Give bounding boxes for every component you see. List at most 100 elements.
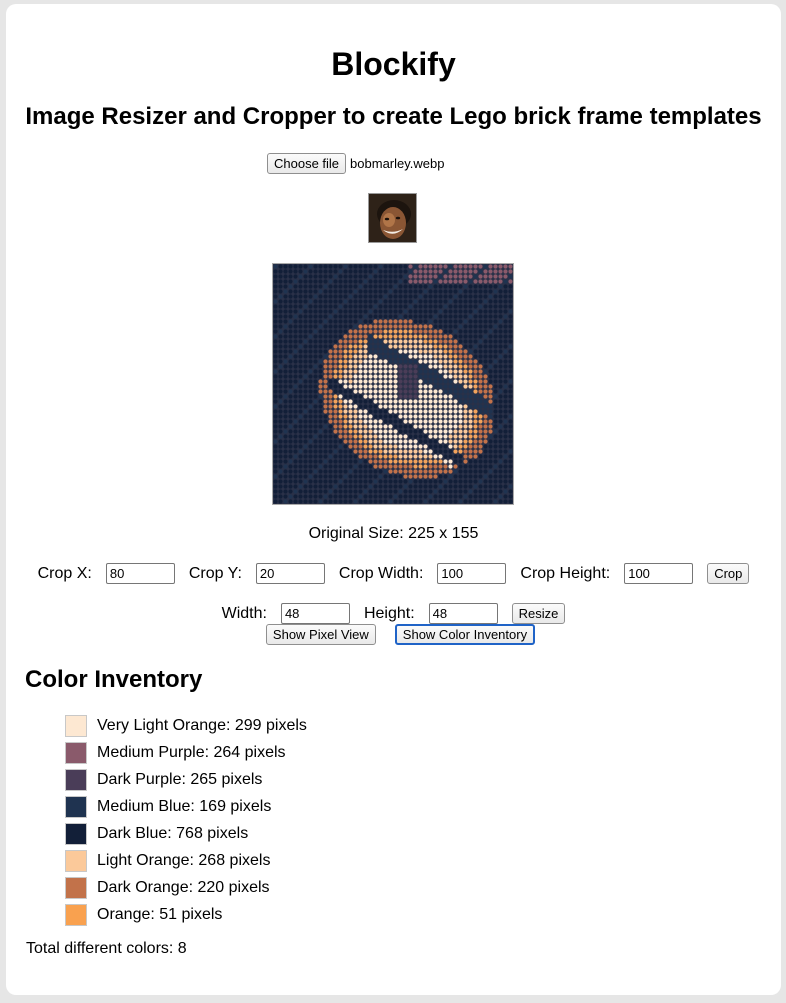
- mosaic-stud: [393, 309, 398, 314]
- mosaic-stud: [403, 344, 408, 349]
- color-swatch: [65, 714, 87, 737]
- mosaic-stud: [388, 324, 393, 329]
- choose-file-button[interactable]: Choose file: [267, 152, 347, 174]
- mosaic-stud: [313, 319, 318, 324]
- mosaic-stud: [343, 304, 348, 309]
- mosaic-stud: [383, 284, 388, 289]
- mosaic-stud: [328, 399, 333, 404]
- mosaic-stud: [448, 304, 453, 309]
- mosaic-stud: [453, 374, 458, 379]
- mosaic-stud: [508, 334, 513, 339]
- page-subtitle: Image Resizer and Cropper to create Lego…: [25, 103, 762, 130]
- mosaic-stud: [408, 464, 413, 469]
- mosaic-stud: [278, 354, 283, 359]
- mosaic-stud: [473, 474, 478, 479]
- mosaic-stud: [443, 409, 448, 414]
- mosaic-stud: [428, 384, 433, 389]
- mosaic-stud: [398, 489, 403, 494]
- mosaic-stud: [443, 434, 448, 439]
- mosaic-stud: [308, 384, 313, 389]
- mosaic-stud: [403, 489, 408, 494]
- mosaic-stud: [313, 444, 318, 449]
- mosaic-stud: [508, 379, 513, 384]
- mosaic-stud: [403, 364, 408, 369]
- mosaic-stud: [488, 334, 493, 339]
- mosaic-stud: [438, 454, 443, 459]
- crop-button[interactable]: Crop: [707, 563, 750, 584]
- crop-x-input[interactable]: [105, 563, 175, 584]
- mosaic-stud: [278, 439, 283, 444]
- mosaic-stud: [388, 339, 393, 344]
- mosaic-stud: [378, 364, 383, 369]
- mosaic-stud: [343, 484, 348, 489]
- mosaic-stud: [303, 279, 308, 284]
- mosaic-stud: [338, 379, 343, 384]
- mosaic-stud: [358, 449, 363, 454]
- mosaic-stud: [293, 354, 298, 359]
- mosaic-stud: [403, 479, 408, 484]
- mosaic-stud: [413, 444, 418, 449]
- mosaic-stud: [278, 479, 283, 484]
- mosaic-stud: [498, 294, 503, 299]
- mosaic-stud: [358, 454, 363, 459]
- mosaic-stud: [323, 379, 328, 384]
- mosaic-stud: [478, 364, 483, 369]
- mosaic-stud: [418, 384, 423, 389]
- mosaic-stud: [373, 304, 378, 309]
- mosaic-stud: [323, 299, 328, 304]
- mosaic-stud: [413, 419, 418, 424]
- mosaic-stud: [313, 364, 318, 369]
- mosaic-stud: [503, 364, 508, 369]
- mosaic-stud: [388, 294, 393, 299]
- mosaic-stud: [338, 419, 343, 424]
- mosaic-stud: [363, 469, 368, 474]
- mosaic-stud: [423, 424, 428, 429]
- mosaic-stud: [443, 299, 448, 304]
- mosaic-stud: [508, 474, 513, 479]
- mosaic-stud: [378, 329, 383, 334]
- mosaic-stud: [298, 339, 303, 344]
- mosaic-stud: [503, 264, 508, 269]
- mosaic-stud: [348, 434, 353, 439]
- mosaic-stud: [503, 359, 508, 364]
- mosaic-stud: [418, 444, 423, 449]
- mosaic-stud: [423, 434, 428, 439]
- mosaic-stud: [393, 409, 398, 414]
- mosaic-stud: [478, 284, 483, 289]
- mosaic-stud: [273, 404, 278, 409]
- mosaic-stud: [348, 339, 353, 344]
- mosaic-stud: [478, 484, 483, 489]
- crop-height-input[interactable]: [624, 563, 694, 584]
- mosaic-stud: [393, 364, 398, 369]
- mosaic-stud: [453, 499, 458, 504]
- mosaic-stud: [483, 304, 488, 309]
- mosaic-stud: [308, 374, 313, 379]
- mosaic-stud: [433, 319, 438, 324]
- resize-button[interactable]: Resize: [511, 603, 566, 624]
- mosaic-stud: [358, 374, 363, 379]
- mosaic-stud: [483, 264, 488, 269]
- show-color-inventory-button[interactable]: Show Color Inventory: [394, 624, 536, 645]
- mosaic-stud: [488, 419, 493, 424]
- mosaic-stud: [508, 409, 513, 414]
- resize-width-input[interactable]: [280, 603, 350, 624]
- color-inventory-item: Dark Purple: 265 pixels: [65, 766, 307, 793]
- mosaic-stud: [478, 434, 483, 439]
- mosaic-stud: [288, 449, 293, 454]
- mosaic-stud: [348, 404, 353, 409]
- mosaic-stud: [383, 299, 388, 304]
- show-pixel-view-button[interactable]: Show Pixel View: [265, 624, 376, 645]
- crop-width-input[interactable]: [437, 563, 507, 584]
- resize-height-input[interactable]: [428, 603, 498, 624]
- mosaic-stud: [338, 429, 343, 434]
- mosaic-stud: [398, 354, 403, 359]
- mosaic-stud: [283, 264, 288, 269]
- crop-y-input[interactable]: [255, 563, 325, 584]
- mosaic-stud: [373, 274, 378, 279]
- mosaic-stud: [468, 299, 473, 304]
- mosaic-stud: [423, 479, 428, 484]
- mosaic-stud: [418, 484, 423, 489]
- mosaic-stud: [283, 454, 288, 459]
- mosaic-stud: [413, 499, 418, 504]
- mosaic-stud: [448, 359, 453, 364]
